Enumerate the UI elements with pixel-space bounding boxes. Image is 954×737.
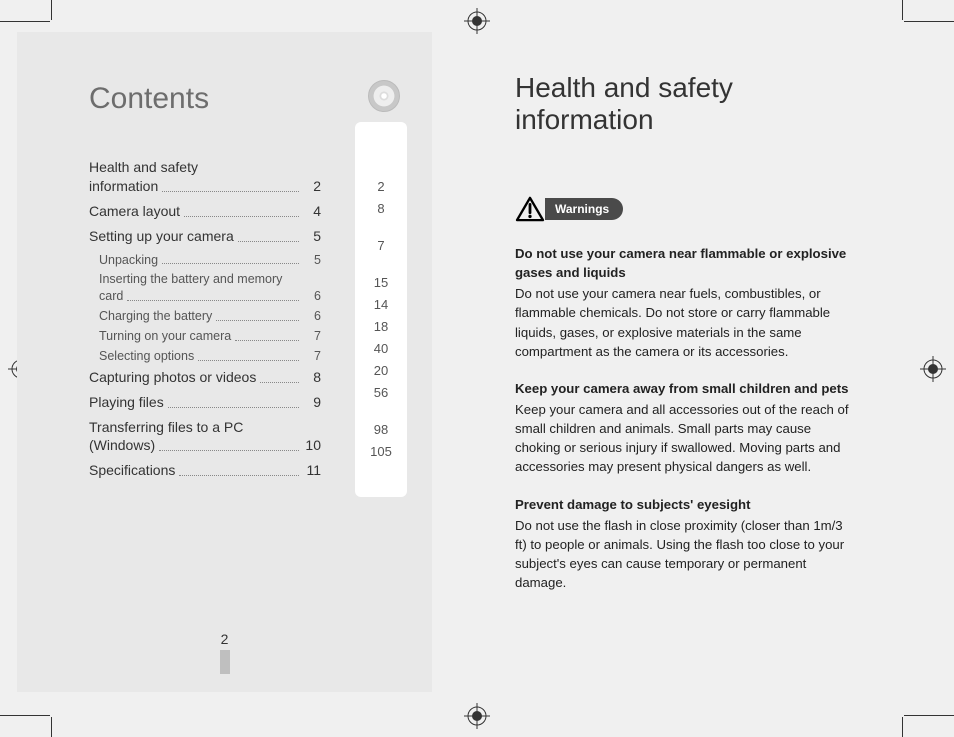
section-heading: Do not use your camera near flammable or… [515, 244, 857, 282]
side-number: 14 [355, 298, 407, 311]
warnings-label: Warnings [545, 198, 623, 220]
section-heading: Prevent damage to subjects' eyesight [515, 495, 857, 514]
side-number: 105 [355, 445, 407, 458]
toc-entry: Charging the battery6 [89, 308, 321, 325]
safety-section: Keep your camera away from small childre… [515, 379, 857, 477]
side-number [355, 224, 407, 237]
side-number: 8 [355, 202, 407, 215]
section-body: Do not use your camera near fuels, combu… [515, 286, 830, 358]
page-title: Health and safety information [515, 72, 857, 136]
crop-mark [902, 0, 903, 20]
warning-triangle-icon [515, 196, 545, 222]
crop-mark [904, 715, 954, 716]
table-of-contents: Health and safetyinformation2 Camera layo… [89, 158, 321, 480]
section-heading: Keep your camera away from small childre… [515, 379, 857, 398]
section-body: Do not use the flash in close proximity … [515, 518, 844, 590]
side-number: 20 [355, 364, 407, 377]
page-tab [220, 650, 230, 674]
toc-entry: Inserting the battery and memorycard6 [89, 271, 321, 305]
side-number: 98 [355, 423, 407, 436]
warnings-badge: Warnings [515, 196, 857, 222]
side-number-column: 2 8 7 15 14 18 40 20 56 98 105 [355, 122, 407, 497]
crop-mark [0, 21, 50, 22]
toc-entry: Transferring files to a PC(Windows)10 [89, 418, 321, 456]
toc-entry: Unpacking5 [89, 252, 321, 269]
side-number: 2 [355, 180, 407, 193]
side-number: 7 [355, 239, 407, 252]
toc-entry: Specifications11 [89, 461, 321, 480]
side-number: 56 [355, 386, 407, 399]
crop-mark [904, 21, 954, 22]
crop-mark [51, 717, 52, 737]
registration-mark-icon [920, 356, 946, 382]
side-number [355, 261, 407, 274]
contents-panel: Contents Health and safetyinformation2 Ca… [17, 32, 432, 692]
toc-entry: Turning on your camera7 [89, 328, 321, 345]
toc-entry: Setting up your camera5 [89, 227, 321, 246]
side-number [355, 408, 407, 421]
crop-mark [902, 717, 903, 737]
side-number: 18 [355, 320, 407, 333]
safety-section: Do not use your camera near flammable or… [515, 244, 857, 361]
disc-icon [368, 80, 400, 112]
toc-entry: Capturing photos or videos8 [89, 368, 321, 387]
toc-entry: Selecting options7 [89, 348, 321, 365]
contents-heading: Contents [89, 82, 402, 116]
crop-mark [0, 715, 50, 716]
side-number: 15 [355, 276, 407, 289]
toc-entry: Playing files9 [89, 393, 321, 412]
safety-section: Prevent damage to subjects' eyesight Do n… [515, 495, 857, 593]
toc-entry: Health and safetyinformation2 [89, 158, 321, 196]
section-body: Keep your camera and all accessories out… [515, 402, 849, 474]
side-number: 40 [355, 342, 407, 355]
page-number: 2 [221, 631, 229, 647]
crop-mark [51, 0, 52, 20]
toc-entry: Camera layout4 [89, 202, 321, 221]
